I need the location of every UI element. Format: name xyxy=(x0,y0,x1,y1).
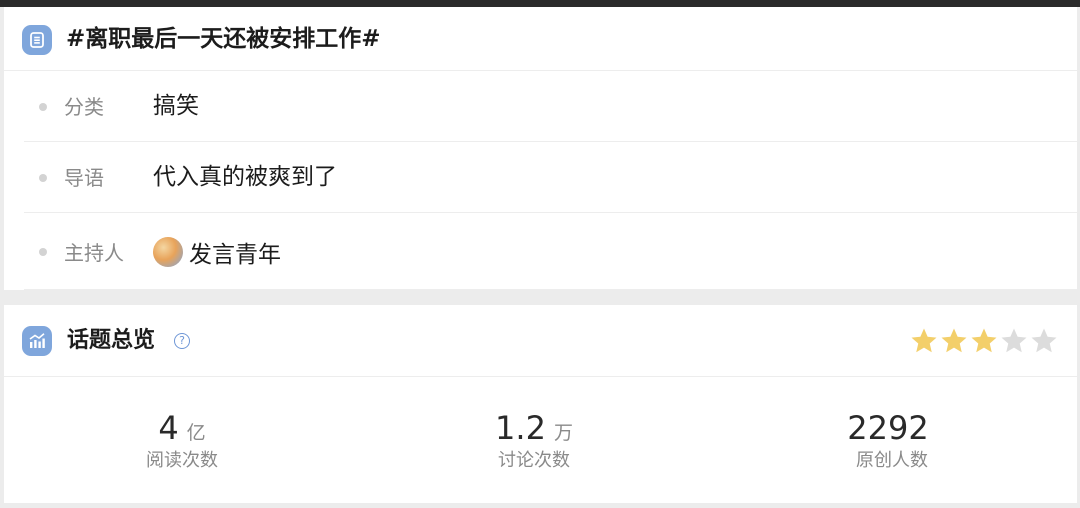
intro-label: 导语 xyxy=(64,166,104,190)
discussions-value: 1.2 xyxy=(495,409,546,447)
info-row-host: 主持人 发言青年 xyxy=(24,213,1077,290)
reads-unit: 亿 xyxy=(186,422,206,444)
star-icon xyxy=(941,328,967,353)
bullet-dot xyxy=(39,174,47,182)
topic-info-card: #离职最后一天还被安排工作# 分类 搞笑 导语 代入真的被爽到了 主持人 发言青… xyxy=(4,7,1077,290)
info-row-category: 分类 搞笑 xyxy=(24,71,1077,142)
document-icon xyxy=(22,25,52,55)
topic-title[interactable]: #离职最后一天还被安排工作# xyxy=(66,21,381,57)
star-icon xyxy=(971,328,997,353)
stat-reads: 4 亿 阅读次数 xyxy=(82,410,282,474)
intro-value: 代入真的被爽到了 xyxy=(153,164,337,190)
original-authors-value: 2292 xyxy=(847,409,929,447)
discussions-label: 讨论次数 xyxy=(498,450,570,471)
question-circle-icon[interactable]: ? xyxy=(174,333,190,349)
avatar[interactable] xyxy=(153,237,183,267)
star-icon xyxy=(1001,328,1027,353)
star-icon xyxy=(1031,328,1057,353)
host-name[interactable]: 发言青年 xyxy=(189,235,281,269)
overview-title: 话题总览 xyxy=(67,328,156,353)
original-authors-label: 原创人数 xyxy=(856,450,928,471)
category-label: 分类 xyxy=(64,95,104,119)
bullet-dot xyxy=(39,248,47,256)
stat-discussions: 1.2 万 讨论次数 xyxy=(434,410,634,474)
overview-header: 话题总览 ? xyxy=(4,305,1077,377)
reads-value: 4 xyxy=(158,409,179,447)
topic-header: #离职最后一天还被安排工作# xyxy=(4,7,1077,71)
top-strip xyxy=(0,0,1080,7)
heat-rating xyxy=(909,325,1059,357)
host-link[interactable]: 发言青年 xyxy=(153,235,281,269)
reads-label: 阅读次数 xyxy=(146,450,218,471)
info-row-intro: 导语 代入真的被爽到了 xyxy=(24,142,1077,213)
discussions-unit: 万 xyxy=(553,422,573,444)
star-icon xyxy=(911,328,937,353)
bullet-dot xyxy=(39,103,47,111)
stat-original-authors: 2292 原创人数 xyxy=(792,410,992,474)
host-label: 主持人 xyxy=(64,241,124,265)
topic-overview-card: 话题总览 ? 4 亿 阅读次数 1.2 万 讨论次数 2292 原创人数 xyxy=(4,305,1077,503)
category-value[interactable]: 搞笑 xyxy=(153,89,199,123)
trend-chart-icon xyxy=(22,326,52,356)
